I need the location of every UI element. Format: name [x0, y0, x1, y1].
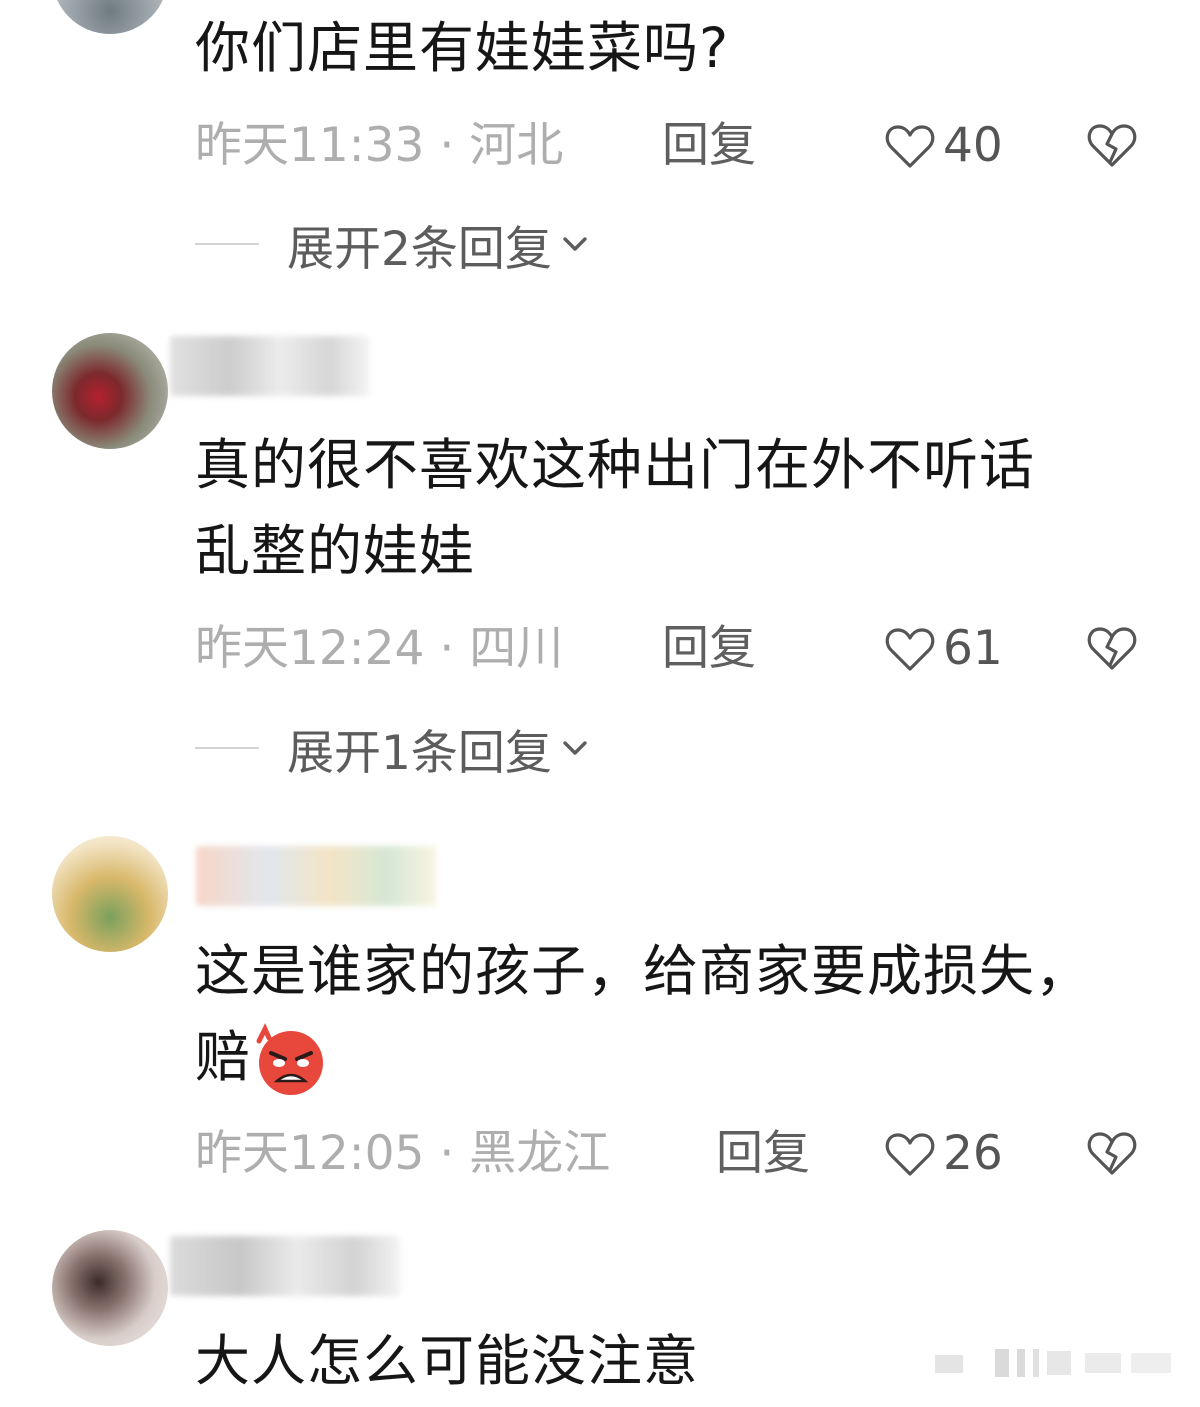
comment-text: 你们店里有娃娃菜吗? [195, 16, 730, 80]
username-blurred[interactable] [196, 846, 436, 906]
heart-outline-icon [885, 125, 935, 168]
reply-button[interactable]: 回复 [716, 1124, 810, 1184]
like-count: 61 [943, 621, 1003, 676]
comment-time-location: 昨天12:24 · 四川 [195, 621, 564, 676]
like-button[interactable]: 40 [885, 116, 1003, 176]
heart-outline-icon [885, 1133, 935, 1176]
broken-heart-icon[interactable] [1087, 122, 1137, 168]
comment-text-line: 真的很不喜欢这种出门在外不听话 [195, 433, 1036, 497]
comment-meta-row: 昨天11:33 · 河北 回复 40 [195, 116, 1145, 176]
comment-text: 真的很不喜欢这种出门在外不听话 乱整的娃娃 [195, 422, 1155, 594]
comment-text-line: 乱整的娃娃 [195, 519, 476, 583]
broken-heart-icon[interactable] [1087, 625, 1137, 671]
username-blurred[interactable] [170, 1236, 400, 1296]
username-blurred[interactable] [170, 336, 370, 396]
watermark-icon [935, 1349, 1171, 1377]
chevron-down-icon [563, 237, 587, 251]
like-button[interactable]: 26 [885, 1124, 1003, 1184]
user-avatar[interactable] [52, 0, 168, 34]
broken-heart-icon[interactable] [1087, 1130, 1137, 1176]
expand-replies-label: 展开2条回复 [287, 221, 552, 277]
comment-text-line: 这是谁家的孩子，给商家要成损失， [195, 939, 1092, 1003]
comment-text-fragment: 赔 [195, 1025, 252, 1089]
comment-time-location: 昨天11:33 · 河北 [195, 118, 564, 173]
comment-text-line: 赔 [195, 1014, 1155, 1100]
like-count: 40 [943, 118, 1003, 173]
chevron-down-icon [563, 741, 587, 755]
expand-replies-button[interactable]: 展开2条回复 [195, 214, 592, 277]
heart-outline-icon [885, 628, 935, 671]
divider [195, 243, 259, 245]
user-avatar[interactable] [52, 836, 168, 952]
comment-time-location: 昨天12:05 · 黑龙江 [195, 1126, 611, 1181]
divider [195, 747, 259, 749]
angry-face-emoji [256, 1023, 324, 1095]
user-avatar[interactable] [52, 333, 168, 449]
reply-button[interactable]: 回复 [662, 116, 756, 176]
expand-replies-label: 展开1条回复 [287, 725, 552, 781]
like-button[interactable]: 61 [885, 619, 1003, 679]
user-avatar[interactable] [52, 1230, 168, 1346]
reply-button[interactable]: 回复 [662, 619, 756, 679]
comment-meta-row: 昨天12:24 · 四川 回复 61 [195, 619, 1145, 679]
like-count: 26 [943, 1126, 1003, 1181]
comment-meta-row: 昨天12:05 · 黑龙江 回复 26 [195, 1124, 1145, 1184]
comment-text: 这是谁家的孩子，给商家要成损失， 赔 [195, 928, 1155, 1100]
expand-replies-button[interactable]: 展开1条回复 [195, 718, 592, 781]
